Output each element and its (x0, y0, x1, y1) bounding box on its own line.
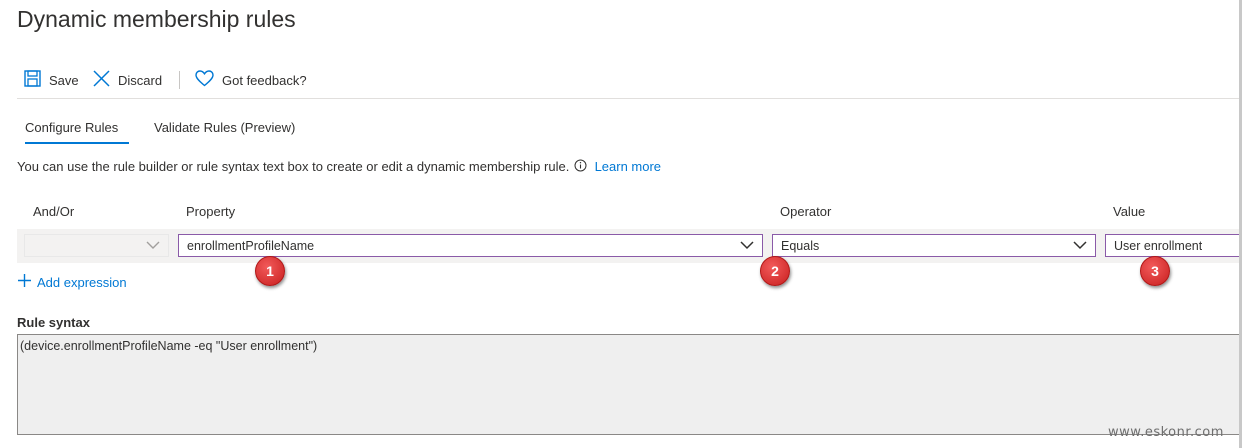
add-expression-button[interactable]: Add expression (17, 273, 127, 291)
discard-label: Discard (118, 72, 163, 88)
feedback-button[interactable]: Got feedback? (195, 70, 307, 90)
watermark: www.eskonr.com (1108, 425, 1224, 440)
value-input[interactable]: User enrollment (1105, 234, 1242, 257)
toolbar-divider (179, 71, 180, 89)
column-header-value: Value (1113, 204, 1146, 219)
save-icon (24, 70, 41, 90)
toolbar-divider-line (17, 98, 1242, 99)
description: You can use the rule builder or rule syn… (17, 159, 661, 175)
rule-syntax-textbox[interactable]: (device.enrollmentProfileName -eq "User … (17, 334, 1242, 435)
tab-configure-rules[interactable]: Configure Rules (25, 120, 118, 135)
discard-button[interactable]: Discard (93, 70, 162, 90)
annotation-badge-2: 2 (760, 256, 790, 286)
column-header-property: Property (186, 204, 236, 219)
column-header-and-or: And/Or (33, 204, 75, 219)
tab-validate-rules[interactable]: Validate Rules (Preview) (154, 120, 295, 135)
plus-icon (17, 273, 32, 291)
chevron-down-icon (740, 239, 754, 253)
info-icon[interactable] (574, 159, 587, 175)
rule-syntax-label: Rule syntax (17, 315, 90, 330)
chevron-down-icon (146, 239, 160, 253)
feedback-label: Got feedback? (222, 72, 307, 88)
and-or-dropdown (24, 234, 169, 257)
add-expression-label: Add expression (37, 274, 127, 290)
page-title: Dynamic membership rules (17, 6, 296, 32)
property-dropdown[interactable]: enrollmentProfileName (178, 234, 763, 257)
operator-dropdown[interactable]: Equals (772, 234, 1096, 257)
annotation-badge-1: 1 (255, 256, 285, 286)
value-text: User enrollment (1114, 238, 1203, 253)
active-tab-indicator (25, 142, 129, 144)
learn-more-link[interactable]: Learn more (595, 159, 661, 174)
annotation-badge-3: 3 (1140, 256, 1170, 286)
save-button[interactable]: Save (24, 70, 79, 90)
save-label: Save (49, 72, 79, 88)
chevron-down-icon (1073, 239, 1087, 253)
column-header-operator: Operator (780, 204, 832, 219)
property-value: enrollmentProfileName (187, 238, 315, 253)
operator-value: Equals (781, 238, 820, 253)
description-text: You can use the rule builder or rule syn… (17, 159, 570, 174)
close-icon (93, 70, 110, 90)
heart-icon (195, 70, 214, 90)
